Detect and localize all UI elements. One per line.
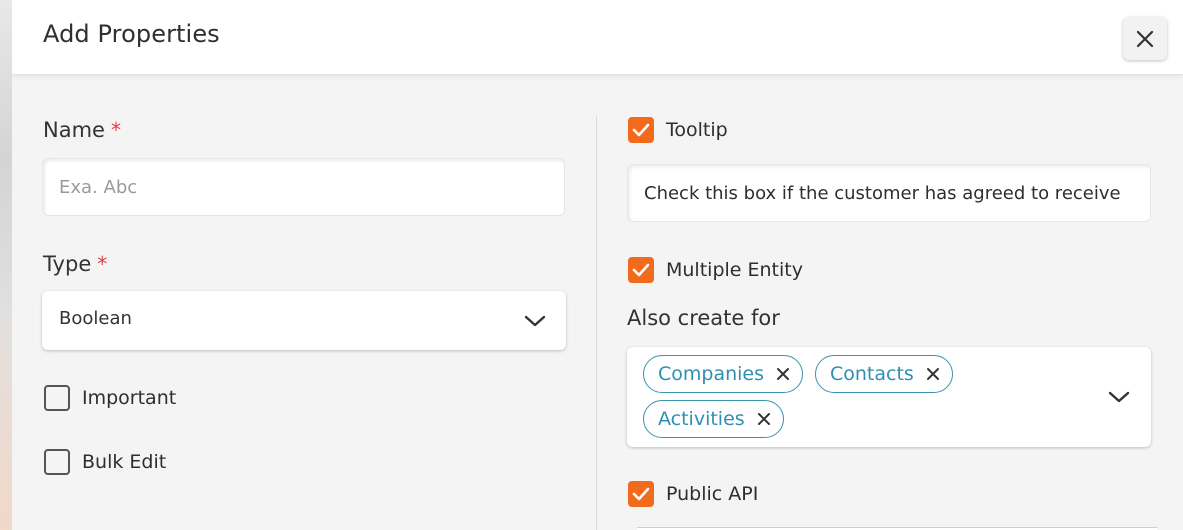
important-label: Important [82,387,177,409]
close-icon [777,368,790,380]
checkmark-icon [632,487,650,501]
close-icon [757,413,770,425]
modal-header: Add Properties [12,0,1183,75]
checkmark-icon [632,123,650,137]
also-create-for-multiselect[interactable]: Companies Contacts Activities [627,347,1151,447]
multiple-entity-checkbox[interactable] [628,257,654,283]
chip-label: Activities [658,408,745,430]
public-api-checkbox[interactable] [628,481,654,507]
important-checkbox[interactable] [44,385,70,411]
chip-contacts: Contacts [815,355,953,393]
add-properties-modal: Add Properties Name* Type* Boolean Impor… [12,0,1183,530]
checkmark-icon [632,263,650,277]
chip-remove-button[interactable] [776,367,790,381]
also-create-for-label: Also create for [627,306,780,330]
tooltip-checkbox[interactable] [628,117,654,143]
column-divider [596,115,597,530]
required-mark: * [97,252,108,276]
chip-companies: Companies [643,355,804,393]
chip-label: Contacts [830,363,914,385]
tooltip-checkbox-row[interactable]: Tooltip [628,117,728,143]
important-checkbox-row[interactable]: Important [44,385,176,411]
type-label-text: Type [43,252,92,276]
bulk-edit-checkbox[interactable] [44,449,70,475]
type-label: Type * [43,252,107,276]
close-button[interactable] [1123,17,1167,60]
bulk-edit-label: Bulk Edit [82,451,167,473]
name-label-text: Name [43,118,105,142]
chip-activities: Activities [643,400,784,438]
name-label: Name * [43,118,121,142]
multiple-entity-label: Multiple Entity [666,259,803,281]
chip-remove-button[interactable] [926,367,940,381]
public-api-label: Public API [666,483,759,505]
close-icon [926,368,939,380]
chip-remove-button[interactable] [757,412,771,426]
required-mark: * [110,118,121,142]
chip-label: Companies [658,363,765,385]
chevron-down-icon [524,315,546,327]
modal-title: Add Properties [43,20,220,48]
name-input[interactable] [42,158,565,216]
bulk-edit-checkbox-row[interactable]: Bulk Edit [44,449,166,475]
public-api-checkbox-row[interactable]: Public API [628,481,758,507]
type-select-value: Boolean [59,308,132,329]
tooltip-input[interactable] [627,164,1151,222]
tooltip-label: Tooltip [666,119,728,141]
multiple-entity-checkbox-row[interactable]: Multiple Entity [628,257,803,283]
close-icon [1136,30,1154,47]
type-select[interactable]: Boolean [42,291,566,350]
chevron-down-icon [1108,391,1130,403]
